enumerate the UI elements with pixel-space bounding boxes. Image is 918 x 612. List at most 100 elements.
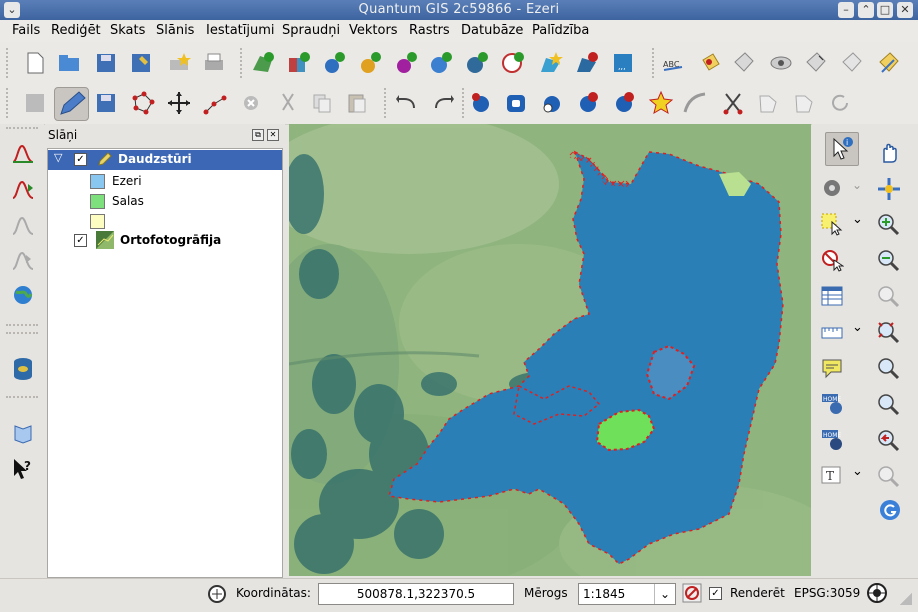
measure-line-icon[interactable] (820, 320, 844, 344)
resize-grip[interactable] (900, 593, 912, 605)
attribute-table-icon[interactable] (820, 284, 844, 308)
whats-this-icon[interactable]: ? (10, 456, 36, 482)
show-hide-labels-icon[interactable] (768, 50, 794, 76)
globe-icon[interactable] (10, 282, 36, 308)
save-edits-icon[interactable] (93, 90, 119, 116)
toolbar-grip[interactable] (6, 127, 38, 133)
simplify-feature-icon[interactable] (468, 90, 494, 116)
label-tool-icon[interactable]: ABC (660, 50, 686, 76)
zoom-out-icon[interactable] (876, 248, 902, 274)
open-project-icon[interactable] (56, 50, 82, 76)
zoom-in-icon[interactable] (876, 212, 902, 238)
toolbar-grip[interactable] (6, 396, 38, 398)
add-wms-layer-icon[interactable] (428, 50, 454, 76)
run-feature-action-icon[interactable] (820, 176, 844, 200)
undo-icon[interactable] (394, 90, 420, 116)
zoom-next-icon[interactable] (876, 464, 902, 490)
add-raster-layer-icon[interactable] (286, 50, 312, 76)
toolbar-grip[interactable] (652, 48, 658, 78)
print-composer-icon[interactable] (166, 50, 192, 76)
maximize-icon[interactable]: □ (877, 2, 893, 18)
chevron-down-icon[interactable]: ⌄ (852, 320, 863, 335)
paste-features-icon[interactable] (344, 90, 370, 116)
layer-row-ortofotografija[interactable]: ✓ Ortofotogrāfija (48, 231, 282, 251)
chevron-down-icon[interactable]: ⌄ (654, 584, 675, 604)
help-contents-icon[interactable] (10, 420, 36, 446)
add-feature-icon[interactable] (130, 90, 156, 116)
unshade-icon[interactable]: ⌃ (858, 2, 874, 18)
merge-attributes-icon[interactable] (791, 90, 817, 116)
add-part-icon[interactable] (539, 90, 565, 116)
close-panel-icon[interactable]: ✕ (267, 129, 279, 141)
add-spatialite-layer-icon[interactable] (357, 50, 383, 76)
layer-row-daudzsturi[interactable]: ▽ ✓ Daudzstūri (48, 150, 282, 170)
add-ring-icon[interactable] (503, 90, 529, 116)
select-features-icon[interactable] (820, 212, 844, 236)
scale-combobox[interactable]: 1:1845 ⌄ (578, 583, 676, 605)
close-icon[interactable]: ✕ (897, 2, 913, 18)
redo-icon[interactable] (430, 90, 456, 116)
identify-features-button[interactable]: i (825, 132, 859, 166)
chevron-down-icon[interactable]: ⌄ (852, 464, 863, 479)
add-wfs-layer-icon[interactable] (500, 50, 526, 76)
zoom-to-layer-icon[interactable] (876, 356, 902, 382)
rotate-label-icon[interactable] (839, 50, 865, 76)
toolbar-grip[interactable] (6, 48, 12, 78)
copy-features-icon[interactable] (309, 90, 335, 116)
pan-map-icon[interactable] (876, 140, 902, 166)
toggle-editing-button[interactable] (54, 87, 89, 121)
menu-slanis[interactable]: Slānis (156, 23, 194, 38)
reshape-features-icon[interactable] (648, 90, 674, 116)
save-as-icon[interactable] (128, 50, 154, 76)
move-feature-icon[interactable] (166, 90, 192, 116)
deselect-icon[interactable] (820, 248, 844, 272)
add-wcs-layer-icon[interactable] (464, 50, 490, 76)
menu-skats[interactable]: Skats (110, 23, 145, 38)
menu-spraudni[interactable]: Spraudņi (282, 23, 340, 38)
add-postgis-layer-icon[interactable] (321, 50, 347, 76)
increase-brightness-icon[interactable] (10, 212, 36, 238)
node-tool-icon[interactable] (202, 90, 228, 116)
chevron-down-icon[interactable]: ⌄ (852, 178, 862, 192)
text-annotation-icon[interactable]: T (820, 464, 844, 488)
pan-to-selection-icon[interactable] (876, 176, 902, 202)
cut-features-icon[interactable] (275, 90, 301, 116)
toolbar-grip[interactable] (6, 324, 38, 326)
menu-rastrs[interactable]: Rastrs (409, 23, 450, 38)
show-bookmarks-icon[interactable]: HOME (820, 428, 846, 452)
layer-visibility-checkbox[interactable]: ✓ (74, 153, 87, 166)
zoom-to-native-resolution-icon[interactable] (876, 392, 902, 418)
collapse-arrow-icon[interactable]: ▽ (54, 151, 62, 164)
zoom-to-selection-icon[interactable] (876, 284, 902, 310)
delete-selected-icon[interactable] (238, 90, 264, 116)
new-project-icon[interactable] (22, 50, 48, 76)
menu-palidziba[interactable]: Palīdzība (532, 23, 589, 38)
rotate-point-symbols-icon[interactable] (827, 90, 853, 116)
crs-status[interactable]: EPSG:3059 (794, 586, 860, 600)
label-icon[interactable] (731, 50, 757, 76)
zoom-full-icon[interactable] (876, 320, 902, 346)
layer-visibility-checkbox[interactable]: ✓ (74, 234, 87, 247)
float-panel-icon[interactable]: ⧉ (252, 129, 264, 141)
toolbar-grip[interactable] (6, 88, 12, 118)
new-bookmark-icon[interactable]: HOME (820, 392, 846, 416)
merge-features-icon[interactable] (755, 90, 781, 116)
menu-rediget[interactable]: Rediģēt (51, 23, 101, 38)
new-shapefile-icon[interactable] (538, 50, 564, 76)
move-label-icon[interactable] (803, 50, 829, 76)
toggle-coordinates-icon[interactable] (207, 584, 227, 604)
decrease-brightness-icon[interactable] (10, 247, 36, 273)
refresh-icon[interactable] (878, 498, 902, 522)
add-delimited-text-icon[interactable]: ,,, (610, 50, 636, 76)
map-canvas[interactable] (289, 124, 811, 576)
render-checkbox[interactable]: ✓ (709, 587, 722, 600)
toolbar-grip[interactable] (240, 48, 246, 78)
remove-layer-icon[interactable] (574, 50, 600, 76)
zoom-last-icon[interactable] (876, 428, 902, 454)
histogram-stretch-icon[interactable] (10, 140, 36, 166)
toolbar-grip[interactable] (6, 332, 38, 334)
local-histogram-stretch-icon[interactable] (10, 176, 36, 202)
menu-fails[interactable]: Fails (12, 23, 40, 38)
add-vector-layer-icon[interactable] (250, 50, 276, 76)
delete-ring-icon[interactable] (575, 90, 601, 116)
